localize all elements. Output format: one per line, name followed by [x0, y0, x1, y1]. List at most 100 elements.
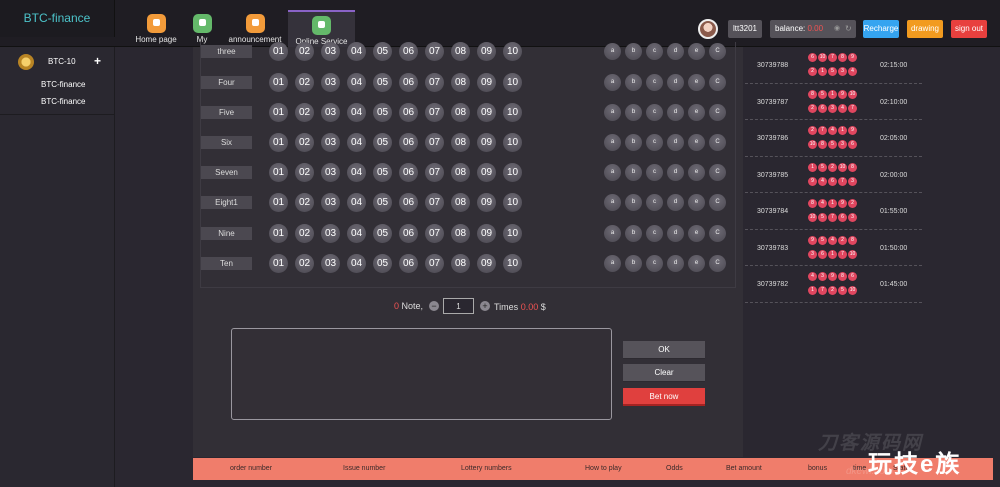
filter-button[interactable]: C	[709, 74, 726, 91]
filter-button[interactable]: c	[646, 74, 663, 91]
number-ball[interactable]: 04	[347, 103, 366, 122]
number-ball[interactable]: 10	[503, 254, 522, 273]
number-ball[interactable]: 07	[425, 163, 444, 182]
number-ball[interactable]: 06	[399, 42, 418, 61]
number-ball[interactable]: 06	[399, 193, 418, 212]
number-ball[interactable]: 03	[321, 73, 340, 92]
number-ball[interactable]: 03	[321, 193, 340, 212]
filter-button[interactable]: d	[667, 74, 684, 91]
number-ball[interactable]: 01	[269, 224, 288, 243]
number-ball[interactable]: 09	[477, 254, 496, 273]
number-ball[interactable]: 10	[503, 133, 522, 152]
number-ball[interactable]: 05	[373, 42, 392, 61]
filter-button[interactable]: e	[688, 194, 705, 211]
filter-button[interactable]: C	[709, 255, 726, 272]
filter-button[interactable]: a	[604, 104, 621, 121]
number-ball[interactable]: 03	[321, 163, 340, 182]
filter-button[interactable]: b	[625, 134, 642, 151]
number-ball[interactable]: 06	[399, 224, 418, 243]
number-ball[interactable]: 07	[425, 133, 444, 152]
number-ball[interactable]: 07	[425, 103, 444, 122]
clear-button[interactable]: Clear	[623, 364, 705, 382]
number-ball[interactable]: 07	[425, 254, 444, 273]
filter-button[interactable]: a	[604, 164, 621, 181]
nav-home[interactable]: Home page	[127, 10, 185, 47]
number-ball[interactable]: 05	[373, 133, 392, 152]
filter-button[interactable]: b	[625, 194, 642, 211]
filter-button[interactable]: C	[709, 134, 726, 151]
number-ball[interactable]: 07	[425, 42, 444, 61]
filter-button[interactable]: C	[709, 225, 726, 242]
number-ball[interactable]: 01	[269, 254, 288, 273]
number-ball[interactable]: 05	[373, 73, 392, 92]
filter-button[interactable]: b	[625, 43, 642, 60]
number-ball[interactable]: 02	[295, 42, 314, 61]
signout-button[interactable]: sign out	[951, 20, 987, 38]
times-decrement-button[interactable]: −	[429, 301, 439, 311]
number-ball[interactable]: 03	[321, 224, 340, 243]
number-ball[interactable]: 07	[425, 224, 444, 243]
filter-button[interactable]: c	[646, 255, 663, 272]
number-ball[interactable]: 06	[399, 163, 418, 182]
filter-button[interactable]: d	[667, 255, 684, 272]
number-ball[interactable]: 04	[347, 42, 366, 61]
number-ball[interactable]: 09	[477, 103, 496, 122]
filter-button[interactable]: b	[625, 225, 642, 242]
number-ball[interactable]: 08	[451, 163, 470, 182]
number-ball[interactable]: 08	[451, 224, 470, 243]
filter-button[interactable]: c	[646, 164, 663, 181]
refresh-icon[interactable]: ↻	[845, 25, 853, 33]
filter-button[interactable]: e	[688, 74, 705, 91]
number-ball[interactable]: 02	[295, 73, 314, 92]
expand-plus-icon[interactable]: +	[94, 54, 101, 68]
number-ball[interactable]: 03	[321, 133, 340, 152]
drawing-button[interactable]: drawing	[907, 20, 943, 38]
filter-button[interactable]: b	[625, 104, 642, 121]
filter-button[interactable]: a	[604, 255, 621, 272]
username-badge[interactable]: ltt3201	[728, 20, 762, 38]
sidebar-item-btc-finance[interactable]: BTC-finance	[41, 97, 85, 106]
filter-button[interactable]: a	[604, 134, 621, 151]
filter-button[interactable]: b	[625, 255, 642, 272]
number-ball[interactable]: 06	[399, 133, 418, 152]
number-ball[interactable]: 02	[295, 103, 314, 122]
number-ball[interactable]: 05	[373, 224, 392, 243]
filter-button[interactable]: e	[688, 164, 705, 181]
number-ball[interactable]: 02	[295, 163, 314, 182]
filter-button[interactable]: b	[625, 74, 642, 91]
filter-button[interactable]: c	[646, 225, 663, 242]
number-ball[interactable]: 01	[269, 73, 288, 92]
filter-button[interactable]: d	[667, 134, 684, 151]
number-ball[interactable]: 01	[269, 42, 288, 61]
number-ball[interactable]: 02	[295, 193, 314, 212]
filter-button[interactable]: c	[646, 43, 663, 60]
filter-button[interactable]: C	[709, 194, 726, 211]
sidebar-group-btc-10[interactable]: BTC-10	[48, 57, 76, 66]
bet-selection-box[interactable]	[231, 328, 612, 420]
number-ball[interactable]: 09	[477, 193, 496, 212]
eye-hide-icon[interactable]: ◉	[834, 25, 842, 33]
number-ball[interactable]: 09	[477, 73, 496, 92]
number-ball[interactable]: 09	[477, 42, 496, 61]
sidebar-item-btc-finance[interactable]: BTC-finance	[41, 80, 85, 89]
filter-button[interactable]: d	[667, 194, 684, 211]
number-ball[interactable]: 03	[321, 42, 340, 61]
number-ball[interactable]: 10	[503, 163, 522, 182]
recharge-button[interactable]: Recharge	[863, 20, 899, 38]
number-ball[interactable]: 09	[477, 224, 496, 243]
number-ball[interactable]: 08	[451, 73, 470, 92]
number-ball[interactable]: 10	[503, 193, 522, 212]
number-ball[interactable]: 02	[295, 133, 314, 152]
times-increment-button[interactable]: +	[480, 301, 490, 311]
filter-button[interactable]: d	[667, 164, 684, 181]
filter-button[interactable]: C	[709, 104, 726, 121]
number-ball[interactable]: 03	[321, 103, 340, 122]
number-ball[interactable]: 06	[399, 73, 418, 92]
filter-button[interactable]: C	[709, 43, 726, 60]
number-ball[interactable]: 09	[477, 163, 496, 182]
filter-button[interactable]: a	[604, 74, 621, 91]
number-ball[interactable]: 04	[347, 193, 366, 212]
number-ball[interactable]: 06	[399, 103, 418, 122]
number-ball[interactable]: 01	[269, 163, 288, 182]
filter-button[interactable]: e	[688, 255, 705, 272]
